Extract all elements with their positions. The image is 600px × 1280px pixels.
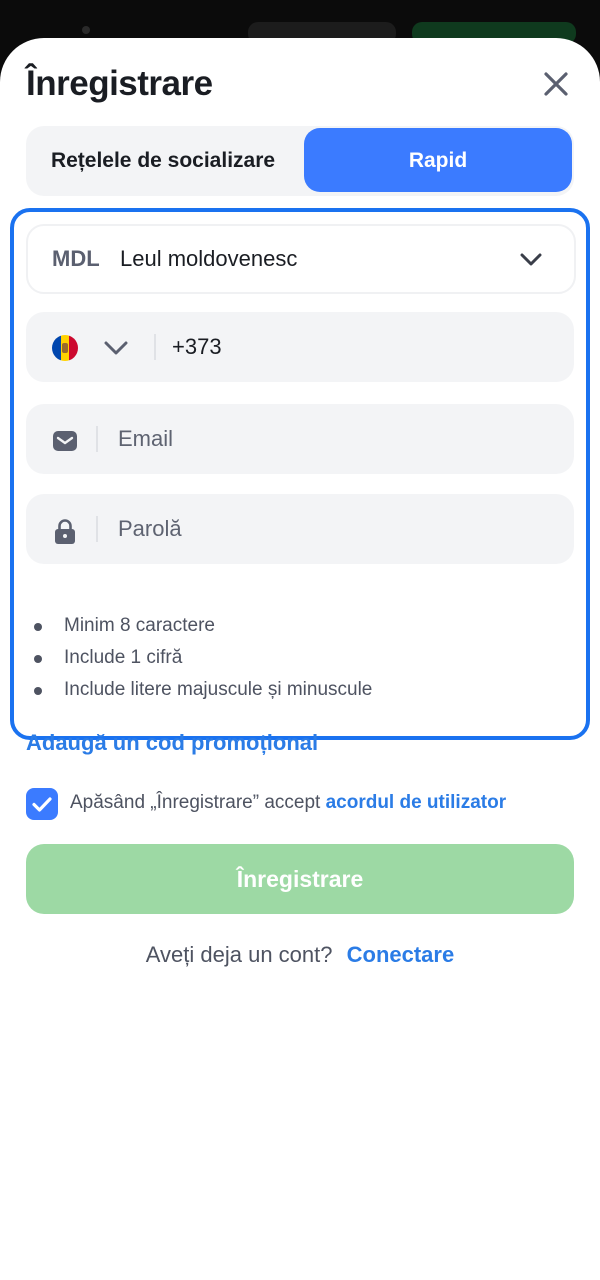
checkmark-icon	[32, 797, 52, 812]
email-input[interactable]	[118, 424, 548, 454]
password-rule: Include 1 cifră	[32, 646, 572, 678]
password-rule-text: Minim 8 caractere	[64, 615, 215, 636]
tab-rapid[interactable]: Rapid	[304, 128, 572, 192]
phone-input[interactable]	[172, 332, 552, 362]
mail-icon	[53, 431, 77, 451]
password-field	[26, 494, 574, 564]
register-button[interactable]: Înregistrare	[26, 844, 574, 914]
email-field	[26, 404, 574, 474]
currency-name: Leul moldovenesc	[120, 246, 298, 271]
close-button[interactable]	[540, 68, 572, 100]
consent-checkbox[interactable]	[26, 788, 58, 820]
password-rule-text: Include 1 cifră	[64, 647, 183, 668]
page-title: Înregistrare	[26, 64, 213, 103]
password-rule-text: Include litere majuscule și minuscule	[64, 679, 373, 700]
password-input[interactable]	[118, 514, 548, 544]
registration-tabs: Rețelele de socializare Rapid	[26, 126, 574, 196]
tab-social-networks[interactable]: Rețelele de socializare	[28, 128, 298, 192]
password-rule: Minim 8 caractere	[32, 614, 572, 646]
login-question: Aveți deja un cont?	[145, 942, 333, 967]
user-agreement-link[interactable]: acordul de utilizator	[326, 792, 507, 813]
country-chevron-down-icon[interactable]	[103, 336, 129, 360]
currency-code: MDL	[52, 246, 100, 271]
close-icon	[544, 72, 568, 96]
consent-label: Apăsând „Înregistrare” accept	[70, 792, 321, 813]
lock-icon	[55, 519, 75, 544]
password-rules: Minim 8 caractere Include 1 cifră Includ…	[32, 614, 572, 710]
phone-field	[26, 312, 574, 382]
chevron-down-icon	[520, 253, 542, 266]
promo-code-link[interactable]: Adaugă un cod promoțional	[26, 730, 318, 756]
field-divider	[96, 426, 98, 452]
currency-select[interactable]: MDL Leul moldovenesc	[26, 224, 576, 294]
moldova-flag-icon	[52, 335, 78, 361]
registration-sheet: Înregistrare Rețelele de socializare Rap…	[0, 38, 600, 1280]
consent-text: Apăsând „Înregistrare” accept acordul de…	[70, 792, 506, 814]
field-divider	[96, 516, 98, 542]
field-divider	[154, 334, 156, 360]
password-rule: Include litere majuscule și minuscule	[32, 678, 572, 710]
status-bar-dot	[82, 26, 90, 34]
login-row: Aveți deja un cont? Conectare	[0, 942, 600, 968]
status-bar	[0, 0, 600, 44]
login-link[interactable]: Conectare	[347, 942, 455, 967]
